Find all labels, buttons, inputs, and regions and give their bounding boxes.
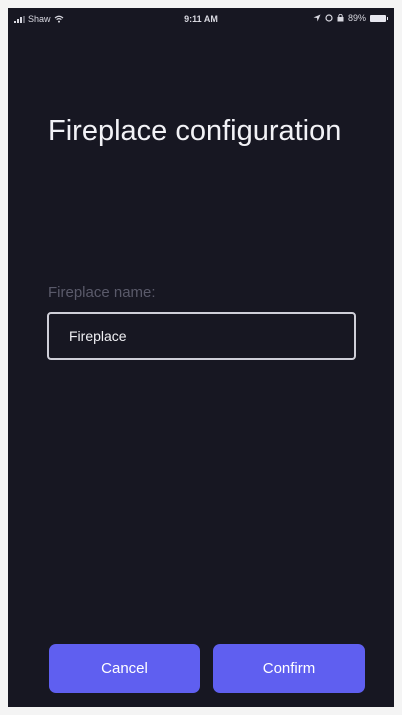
lock-rotation-icon (337, 14, 344, 22)
cancel-button[interactable]: Cancel (49, 644, 200, 693)
fireplace-name-label: Fireplace name: (48, 284, 156, 301)
page-title: Fireplace configuration (48, 115, 342, 147)
fireplace-name-input[interactable] (47, 312, 356, 360)
app-screen: Shaw 9:11 AM 89% Fireplace configuration (8, 8, 394, 707)
alarm-icon (325, 14, 333, 22)
location-icon (313, 14, 321, 22)
battery-percent: 89% (347, 13, 366, 23)
battery-icon (370, 14, 388, 22)
confirm-button[interactable]: Confirm (213, 644, 365, 693)
status-bar: Shaw 9:11 AM 89% (8, 8, 394, 30)
status-right: 89% (313, 13, 388, 23)
